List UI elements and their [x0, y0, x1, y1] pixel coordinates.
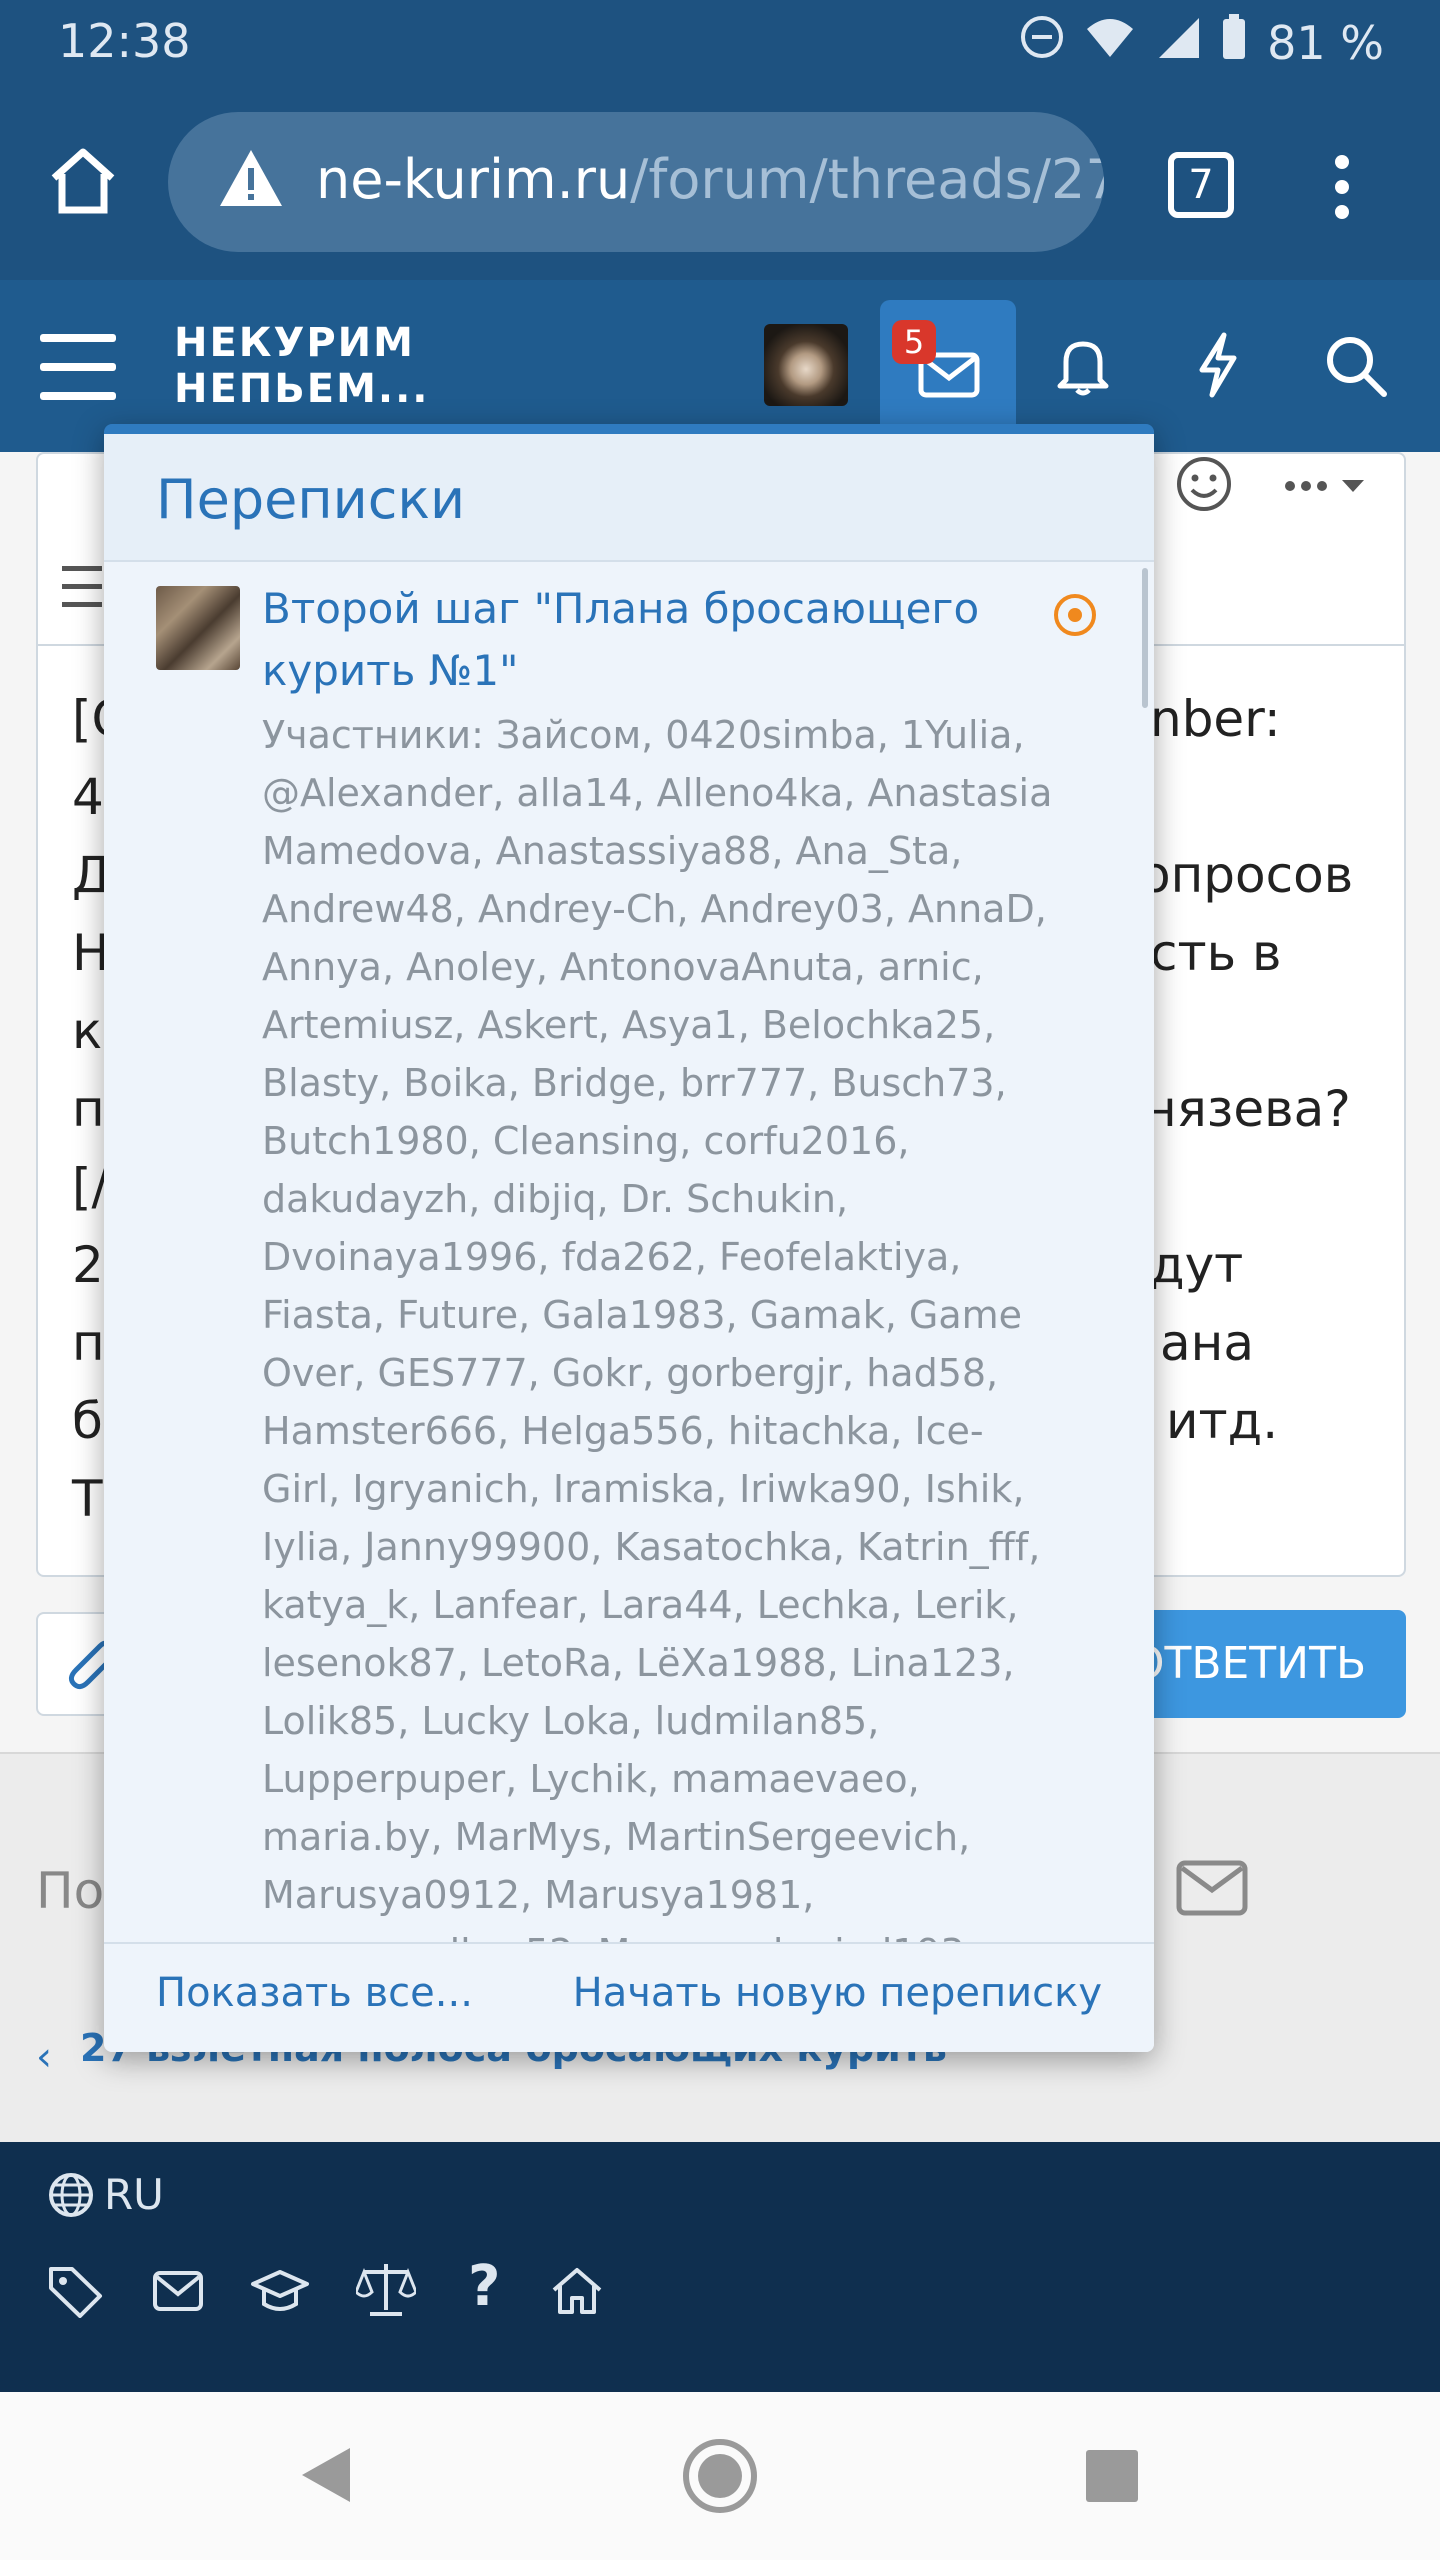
house-icon[interactable]: [550, 2266, 604, 2320]
bg-left-line: к: [72, 1002, 103, 1060]
bg-right-line: сть в: [1150, 924, 1282, 982]
conversation-avatar[interactable]: [156, 586, 240, 670]
bg-left-line: Т: [72, 1470, 103, 1528]
address-bar[interactable]: ne-kurim.ru/forum/threads/27: [168, 112, 1104, 252]
wifi-icon: [1085, 15, 1135, 70]
start-new-conversation-link[interactable]: Начать новую переписку: [573, 1970, 1102, 2016]
bg-left-line: п: [72, 1080, 105, 1138]
tags-icon[interactable]: [48, 2266, 106, 2322]
dropdown-title: Переписки: [156, 468, 466, 531]
more-options-icon[interactable]: [1282, 474, 1372, 502]
graduation-cap-icon[interactable]: [250, 2266, 310, 2320]
lightning-icon[interactable]: [1196, 332, 1240, 402]
breadcrumb-back-icon[interactable]: ‹: [36, 2034, 52, 2080]
envelope-outline-icon[interactable]: [1176, 1860, 1248, 1920]
back-nav-icon[interactable]: [296, 2444, 354, 2510]
signal-icon: [1155, 14, 1201, 71]
more-vert-icon[interactable]: [1330, 152, 1354, 226]
messages-badge: 5: [892, 320, 936, 364]
conversation-participants: Участники: Зайсом, 0420simba, 1Yulia, @A…: [262, 713, 1053, 1942]
bg-right-line: опросов: [1140, 846, 1354, 904]
conversations-dropdown: Переписки Второй шаг "Плана бросающего к…: [104, 424, 1154, 2052]
dropdown-footer: Показать все... Начать новую переписку: [104, 1942, 1154, 2052]
user-avatar[interactable]: [764, 324, 848, 406]
bg-right-line: нязева?: [1144, 1080, 1351, 1138]
bg-left-line: б: [72, 1392, 103, 1450]
site-footer: RU ?: [0, 2142, 1440, 2392]
scrollbar[interactable]: [1142, 568, 1148, 708]
system-navigation-bar: [0, 2392, 1440, 2560]
search-icon[interactable]: [1324, 334, 1388, 402]
browser-toolbar: ne-kurim.ru/forum/threads/27 7: [0, 90, 1440, 280]
globe-icon[interactable]: [48, 2172, 94, 2222]
battery-icon: [1221, 14, 1247, 71]
battery-level: 81 %: [1267, 15, 1384, 70]
status-bar: 12:38 81 %: [0, 0, 1440, 90]
scales-icon[interactable]: [354, 2260, 418, 2322]
conversation-title[interactable]: Второй шаг "Плана бросающего курить №1": [262, 578, 1022, 702]
recents-nav-icon[interactable]: [1084, 2448, 1140, 2508]
bg-right-line: итд.: [1166, 1392, 1279, 1450]
bg-right-line: nber:: [1150, 690, 1281, 748]
language-selector[interactable]: RU: [104, 2170, 164, 2219]
bell-icon[interactable]: [1056, 336, 1110, 400]
conversation-list[interactable]: Второй шаг "Плана бросающего курить №1" …: [104, 562, 1154, 1942]
help-icon[interactable]: ?: [468, 2254, 500, 2319]
warning-icon: [218, 148, 284, 212]
logo-line-1: НЕКУРИМ: [174, 320, 415, 366]
bg-left-line: 2: [72, 1236, 104, 1294]
list-icon[interactable]: [62, 564, 102, 614]
url-domain: ne-kurim.ru: [316, 148, 631, 211]
dropdown-header: Переписки: [104, 434, 1154, 562]
home-nav-icon[interactable]: [680, 2436, 760, 2520]
unread-toggle-icon[interactable]: [1054, 594, 1096, 636]
url-text: ne-kurim.ru/forum/threads/27: [316, 148, 1104, 211]
conversation-item[interactable]: Второй шаг "Плана бросающего курить №1" …: [104, 562, 1154, 1942]
below-left-text: По: [36, 1862, 105, 1920]
tab-count-button[interactable]: 7: [1168, 152, 1234, 218]
smiley-icon[interactable]: [1174, 454, 1234, 518]
url-path: /forum/threads/27: [630, 148, 1104, 211]
logo-line-2: НЕПЬЕМ...: [174, 366, 430, 412]
bg-right-line: ана: [1160, 1314, 1254, 1372]
site-logo[interactable]: НЕКУРИМ НЕПЬЕМ...: [174, 320, 429, 412]
dnd-icon: [1019, 14, 1065, 71]
mail-icon[interactable]: [152, 2270, 204, 2316]
bg-left-line: п: [72, 1314, 105, 1372]
bg-left-line: [/: [72, 1158, 109, 1216]
status-time: 12:38: [58, 14, 191, 68]
show-all-link[interactable]: Показать все...: [156, 1970, 473, 2016]
menu-icon[interactable]: [40, 334, 116, 404]
bg-right-line: дут: [1150, 1236, 1244, 1294]
bg-left-line: 4: [72, 768, 104, 826]
home-icon[interactable]: [46, 144, 120, 222]
